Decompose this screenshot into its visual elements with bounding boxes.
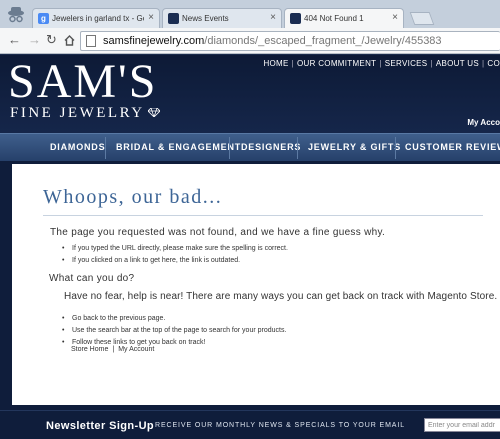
newsletter-title: Newsletter Sign-Up: [46, 420, 155, 432]
google-icon: g: [38, 13, 49, 24]
browser-toolbar: ← → ↻ samsfinejewelry.com/diamonds/_esca…: [0, 28, 500, 54]
list-item: Go back to the previous page.: [62, 313, 286, 325]
top-link-our-commitment[interactable]: OUR COMMITMENT: [297, 59, 376, 68]
help-message: Have no fear, help is near! There are ma…: [64, 291, 498, 302]
forward-icon[interactable]: →: [28, 32, 41, 48]
tab-title: 404 Not Found 1: [304, 14, 364, 23]
sams-icon: [168, 13, 179, 24]
action-list: Go back to the previous page. Use the se…: [62, 313, 286, 349]
incognito-icon: [8, 7, 24, 23]
list-item: If you clicked on a link to get here, th…: [62, 255, 288, 267]
logo-main[interactable]: SAM'S: [8, 55, 157, 109]
logo-sub: FINE JEWELRY: [10, 105, 145, 121]
what-can-you-do-heading: What can you do?: [49, 273, 135, 284]
page-title: Whoops, our bad...: [43, 186, 223, 208]
tab-title: Jewelers in garland tx - Go: [52, 14, 144, 23]
tab-news-events[interactable]: News Events ×: [162, 8, 282, 28]
nav-divider: [105, 137, 106, 159]
close-icon[interactable]: ×: [270, 12, 276, 23]
diamond-icon: [148, 108, 160, 117]
not-found-message: The page you requested was not found, an…: [50, 227, 386, 238]
sams-icon: [290, 13, 301, 24]
home-icon[interactable]: [64, 35, 75, 46]
tab-google-search[interactable]: g Jewelers in garland tx - Go ×: [32, 8, 160, 28]
website: SAM'S FINE JEWELRY HOME | OUR COMMITMENT | S…: [0, 55, 500, 439]
nav-jewelry-gifts[interactable]: JEWELRY & GIFTS: [308, 142, 401, 152]
my-account-link[interactable]: My Acco: [467, 118, 500, 127]
url-text: samsfinejewelry.com/diamonds/_escaped_fr…: [103, 35, 442, 47]
address-bar[interactable]: samsfinejewelry.com/diamonds/_escaped_fr…: [80, 31, 500, 51]
back-icon[interactable]: ←: [8, 32, 21, 48]
nav-bridal-engagement[interactable]: BRIDAL & ENGAGEMENT: [116, 142, 241, 152]
nav-divider: [395, 137, 396, 159]
newsletter-bar: Newsletter Sign-Up RECEIVE OUR MONTHLY N…: [0, 410, 500, 439]
reload-icon[interactable]: ↻: [46, 32, 57, 48]
title-divider: [43, 215, 483, 216]
close-icon[interactable]: ×: [148, 12, 154, 23]
my-account-link[interactable]: My Account: [118, 346, 154, 353]
tab-title: News Events: [182, 14, 229, 23]
tab-404-not-found[interactable]: 404 Not Found 1 ×: [284, 8, 404, 29]
list-item: If you typed the URL directly, please ma…: [62, 243, 288, 255]
new-tab-button[interactable]: [409, 12, 435, 25]
link-separator: |: [112, 346, 115, 353]
store-home-link[interactable]: Store Home: [71, 346, 108, 353]
nav-diamonds[interactable]: DIAMONDS: [50, 142, 105, 152]
list-item: Use the search bar at the top of the pag…: [62, 325, 286, 337]
nav-customer-reviews[interactable]: CUSTOMER REVIEWS: [405, 142, 500, 152]
top-link-about-us[interactable]: ABOUT US: [436, 59, 479, 68]
top-link-contact[interactable]: CO: [487, 59, 500, 68]
top-link-home[interactable]: HOME: [263, 59, 288, 68]
site-header: SAM'S FINE JEWELRY HOME | OUR COMMITMENT | S…: [0, 55, 500, 133]
nav-designers[interactable]: DESIGNERS: [241, 142, 301, 152]
top-links: HOME | OUR COMMITMENT | SERVICES | ABOUT US | CO: [263, 59, 500, 68]
newsletter-email-input[interactable]: [424, 418, 500, 432]
newsletter-text: RECEIVE OUR MONTHLY NEWS & SPECIALS TO Y…: [155, 422, 406, 429]
page-icon: [86, 35, 96, 47]
main-content: Whoops, our bad... The page you requeste…: [12, 164, 500, 405]
main-nav: DIAMONDS BRIDAL & ENGAGEMENT DESIGNERS J…: [0, 133, 500, 161]
reason-list: If you typed the URL directly, please ma…: [62, 243, 288, 267]
close-icon[interactable]: ×: [392, 12, 398, 23]
top-link-services[interactable]: SERVICES: [385, 59, 428, 68]
nav-divider: [229, 137, 230, 159]
nav-divider: [297, 137, 298, 159]
recovery-links: Store Home | My Account: [71, 346, 154, 353]
browser-tab-strip: g Jewelers in garland tx - Go × News Eve…: [0, 0, 500, 29]
